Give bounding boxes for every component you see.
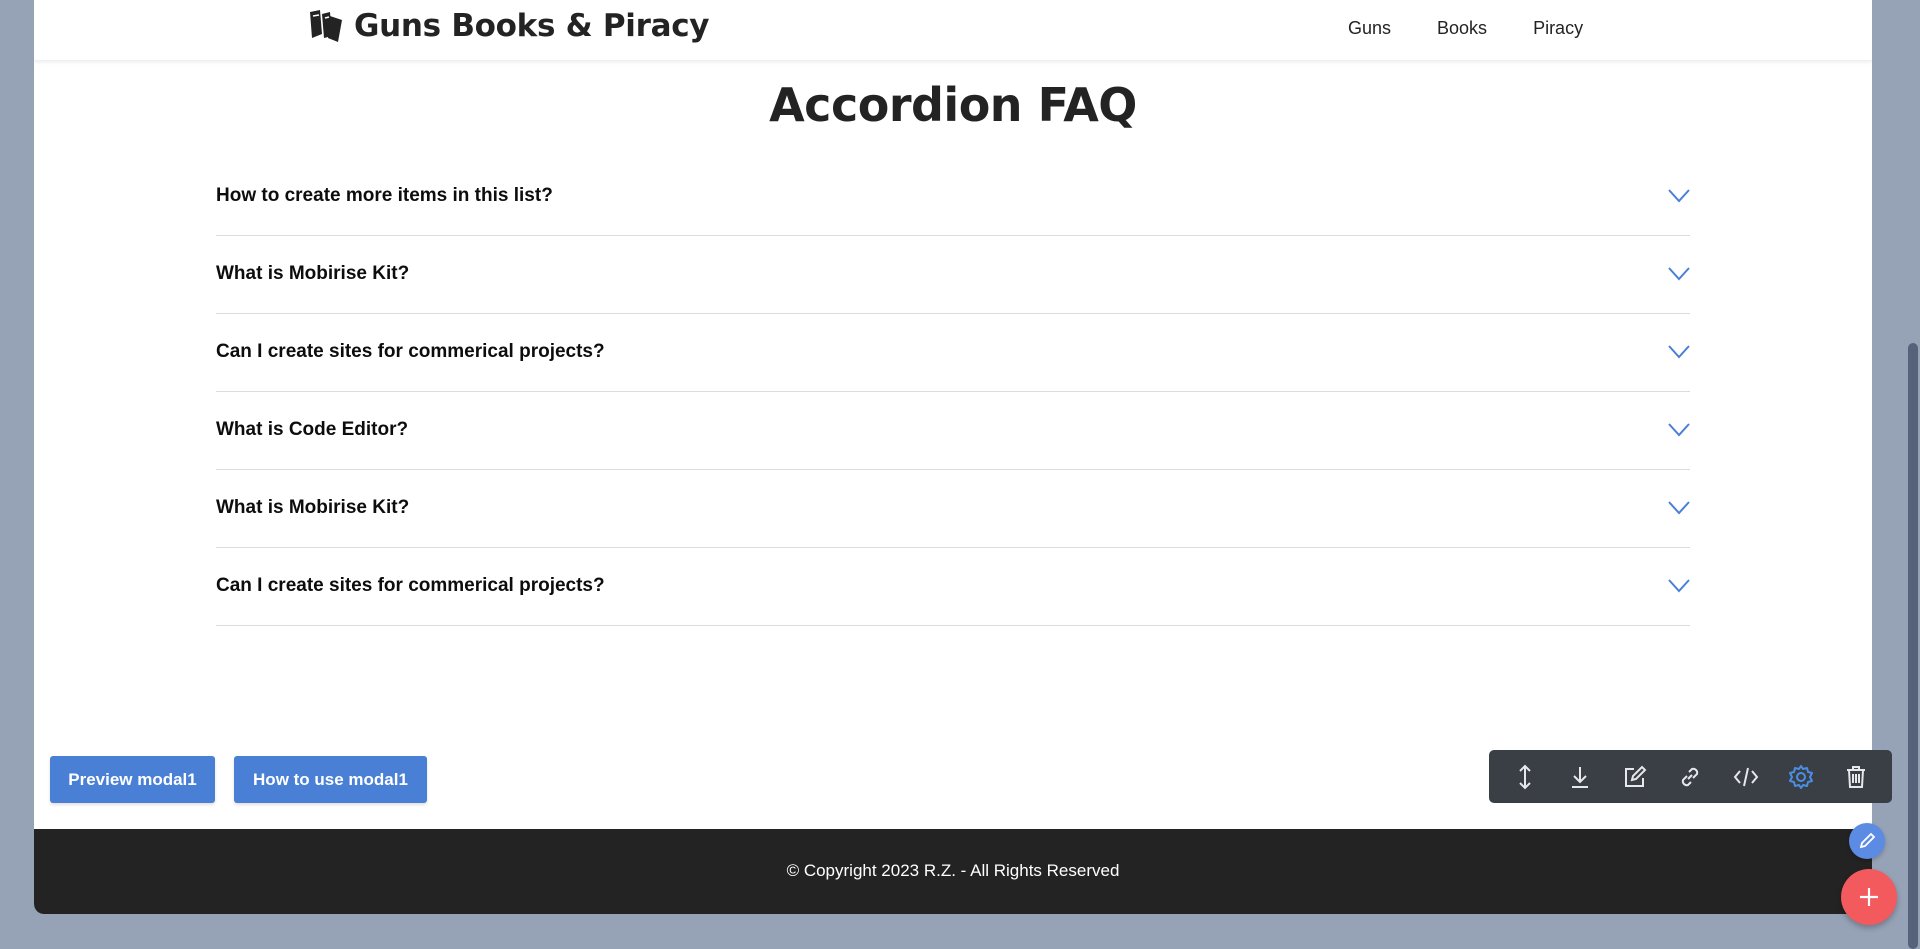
faq-question: What is Mobirise Kit?	[216, 497, 410, 518]
copyright-text: © Copyright 2023 R.Z. - All Rights Reser…	[786, 861, 1120, 880]
scrollbar[interactable]	[1906, 0, 1920, 949]
block-toolbar	[1489, 750, 1892, 803]
chevron-down-icon	[1668, 189, 1690, 203]
chevron-down-icon	[1668, 267, 1690, 281]
nav-menu: Guns Books Piracy	[1348, 18, 1583, 39]
chevron-down-icon	[1668, 501, 1690, 515]
page-title: Accordion FAQ	[769, 78, 1137, 132]
gear-icon[interactable]	[1781, 757, 1821, 797]
chevron-down-icon	[1668, 423, 1690, 437]
edit-fab-button[interactable]	[1849, 823, 1885, 859]
nav-link-books[interactable]: Books	[1437, 18, 1487, 39]
footer: © Copyright 2023 R.Z. - All Rights Reser…	[34, 829, 1872, 914]
faq-question: How to create more items in this list?	[216, 185, 553, 206]
faq-question: Can I create sites for commerical projec…	[216, 575, 605, 596]
navbar: Guns Books & Piracy Guns Books Piracy	[34, 0, 1872, 61]
edit-icon[interactable]	[1615, 757, 1655, 797]
faq-item[interactable]: What is Code Editor?	[216, 392, 1690, 470]
chevron-down-icon	[1668, 579, 1690, 593]
faq-question: What is Mobirise Kit?	[216, 263, 410, 284]
nav-link-guns[interactable]: Guns	[1348, 18, 1391, 39]
faq-item[interactable]: What is Mobirise Kit?	[216, 236, 1690, 314]
faq-question: Can I create sites for commerical projec…	[216, 341, 605, 362]
faq-item[interactable]: How to create more items in this list?	[216, 158, 1690, 236]
books-icon	[310, 10, 342, 42]
faq-question: What is Code Editor?	[216, 419, 409, 440]
move-icon[interactable]	[1505, 757, 1545, 797]
add-block-button[interactable]	[1841, 869, 1897, 925]
plus-icon	[1860, 888, 1878, 906]
code-icon[interactable]	[1726, 757, 1766, 797]
link-icon[interactable]	[1670, 757, 1710, 797]
chevron-down-icon	[1668, 345, 1690, 359]
nav-link-piracy[interactable]: Piracy	[1533, 18, 1583, 39]
faq-item[interactable]: Can I create sites for commerical projec…	[216, 314, 1690, 392]
faq-item[interactable]: Can I create sites for commerical projec…	[216, 548, 1690, 626]
faq-item[interactable]: What is Mobirise Kit?	[216, 470, 1690, 548]
preview-modal-button[interactable]: Preview modal1	[50, 756, 215, 803]
trash-icon[interactable]	[1836, 757, 1876, 797]
brand-title: Guns Books & Piracy	[354, 8, 710, 44]
faq-accordion: How to create more items in this list? W…	[216, 158, 1690, 626]
how-to-use-modal-button[interactable]: How to use modal1	[234, 756, 427, 803]
pencil-icon	[1859, 832, 1876, 849]
scrollbar-thumb[interactable]	[1908, 343, 1918, 949]
download-icon[interactable]	[1560, 757, 1600, 797]
brand[interactable]: Guns Books & Piracy	[308, 8, 709, 44]
